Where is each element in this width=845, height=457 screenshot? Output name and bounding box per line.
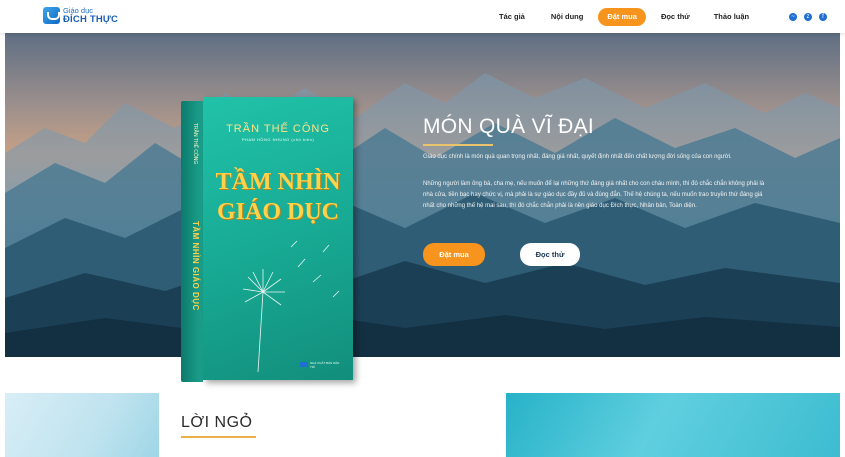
- dandelion-icon: [242, 240, 340, 373]
- book-title-line2: GIÁO DỤC: [216, 199, 339, 225]
- intro-image-right: [506, 393, 840, 457]
- spine-author: TRẦN THẾ CÔNG: [192, 123, 198, 165]
- read-sample-button[interactable]: Đọc thử: [520, 243, 580, 266]
- title-underline: [423, 144, 493, 146]
- nav-author[interactable]: Tác giả: [490, 8, 534, 26]
- intro-underline: [181, 436, 256, 438]
- hero-title: MÓN QUÀ VĨ ĐẠI: [423, 115, 595, 138]
- logo-line2: ĐÍCH THỰC: [63, 13, 119, 25]
- order-button[interactable]: Đặt mua: [423, 243, 485, 266]
- social-links: ~ z f: [789, 13, 834, 21]
- facebook-icon[interactable]: f: [819, 13, 827, 21]
- book-cover: TRẦN THẾ CÔNG TẦM NHÌN GIÁO DỤC TRẦN THẾ…: [181, 97, 353, 382]
- hero-paragraph-1: Giáo dục chính là món quà quan trọng nhấ…: [423, 154, 732, 160]
- book-title-line1: TẦM NHÌN: [215, 169, 341, 195]
- main-nav: Tác giả Nội dung Đặt mua Đọc thử Thảo lu…: [490, 8, 758, 26]
- nav-content[interactable]: Nội dung: [542, 8, 593, 26]
- nav-order[interactable]: Đặt mua: [598, 8, 646, 26]
- book-author: TRẦN THẾ CÔNG: [226, 123, 330, 135]
- book-co-author: PHẠM HỒNG NHUNG (chủ biên): [241, 137, 315, 142]
- messenger-icon[interactable]: ~: [789, 13, 797, 21]
- nav-discussion[interactable]: Thảo luận: [705, 8, 758, 26]
- book-spine: TRẦN THẾ CÔNG TẦM NHÌN GIÁO DỤC: [181, 101, 203, 382]
- logo-icon: [43, 7, 60, 24]
- nav-read-sample[interactable]: Đọc thử: [652, 8, 699, 26]
- site-logo[interactable]: Giáo dục ĐÍCH THỰC: [43, 7, 118, 24]
- spine-title: TẦM NHÌN GIÁO DỤC: [191, 221, 200, 311]
- hero-banner: MÓN QUÀ VĨ ĐẠI Giáo dục chính là món quà…: [5, 33, 840, 357]
- site-header: Giáo dục ĐÍCH THỰC Tác giả Nội dung Đặt …: [0, 0, 845, 33]
- intro-title: LỜI NGỎ: [181, 414, 253, 431]
- zalo-icon[interactable]: z: [804, 13, 812, 21]
- intro-image-left: [5, 393, 159, 457]
- hero-paragraph-2: Những người làm ông bà, cha mẹ, nếu muốn…: [423, 181, 765, 209]
